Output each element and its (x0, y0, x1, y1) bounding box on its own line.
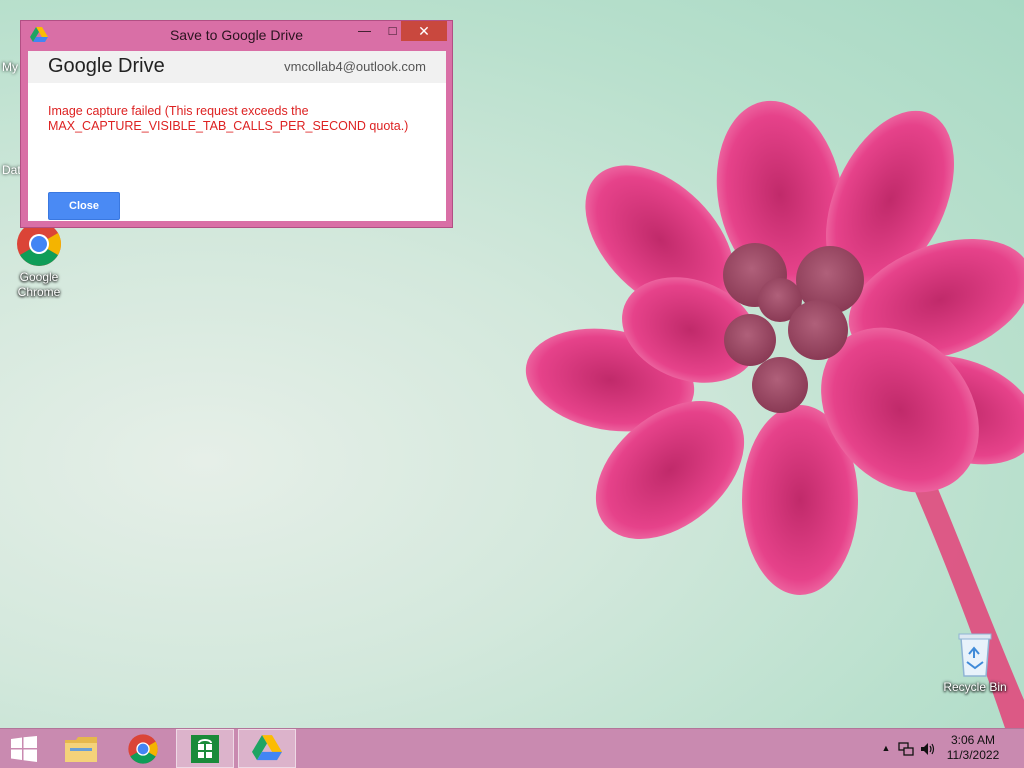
clock-time: 3:06 AM (950, 733, 996, 747)
desktop-label-partial-1: My (2, 60, 18, 74)
folder-icon (65, 737, 97, 762)
desktop: My Dat Google Chrome Recycle Bin Save to… (0, 0, 1024, 728)
recycle-bin-icon (958, 633, 992, 677)
taskbar-clock[interactable]: 3:06 AM 11/3/2022 (938, 733, 1008, 763)
dialog-content: Google Drive vmcollab4@outlook.com Image… (28, 51, 446, 221)
taskbar-google-chrome[interactable] (114, 729, 172, 768)
desktop-icon-label: Google Chrome (17, 270, 61, 299)
minimize-button[interactable]: — (351, 21, 378, 41)
close-button[interactable]: Close (48, 192, 120, 220)
system-tray: ▲ 3:06 AM 11/3/2022 (864, 729, 1024, 768)
show-hidden-icons-chevron-icon[interactable]: ▲ (878, 743, 894, 759)
volume-icon[interactable] (920, 741, 936, 757)
error-message: Image capture failed (This request excee… (48, 104, 438, 134)
google-drive-brand: Google Drive (48, 55, 165, 77)
error-message-line-2: MAX_CAPTURE_VISIBLE_TAB_CALLS_PER_SECOND… (48, 119, 409, 133)
desktop-icon-label: Recycle Bin (943, 680, 1007, 694)
windows-logo-icon (11, 736, 37, 762)
taskbar-windows-store[interactable] (176, 729, 234, 768)
dialog-header: Google Drive vmcollab4@outlook.com (28, 51, 446, 83)
store-icon (191, 735, 219, 763)
desktop-icon-recycle-bin[interactable]: Recycle Bin (940, 630, 1010, 695)
google-drive-icon (252, 735, 282, 761)
error-message-line-1: Image capture failed (This request excee… (48, 104, 309, 118)
taskbar-google-drive[interactable] (238, 729, 296, 768)
network-icon[interactable] (898, 741, 914, 757)
save-to-google-drive-dialog: Save to Google Drive — □ ✕ Google Drive … (20, 20, 453, 228)
start-button[interactable] (0, 729, 48, 768)
desktop-label-partial-2: Dat (2, 163, 21, 177)
desktop-icon-google-chrome[interactable]: Google Chrome (4, 220, 74, 300)
window-close-button[interactable]: ✕ (401, 21, 447, 41)
account-email: vmcollab4@outlook.com (284, 59, 426, 74)
clock-date: 11/3/2022 (946, 748, 1000, 762)
dialog-titlebar[interactable]: Save to Google Drive — □ ✕ (21, 21, 452, 49)
chrome-icon (128, 734, 158, 764)
taskbar: ▲ 3:06 AM 11/3/2022 (0, 728, 1024, 768)
taskbar-file-explorer[interactable] (52, 729, 110, 768)
